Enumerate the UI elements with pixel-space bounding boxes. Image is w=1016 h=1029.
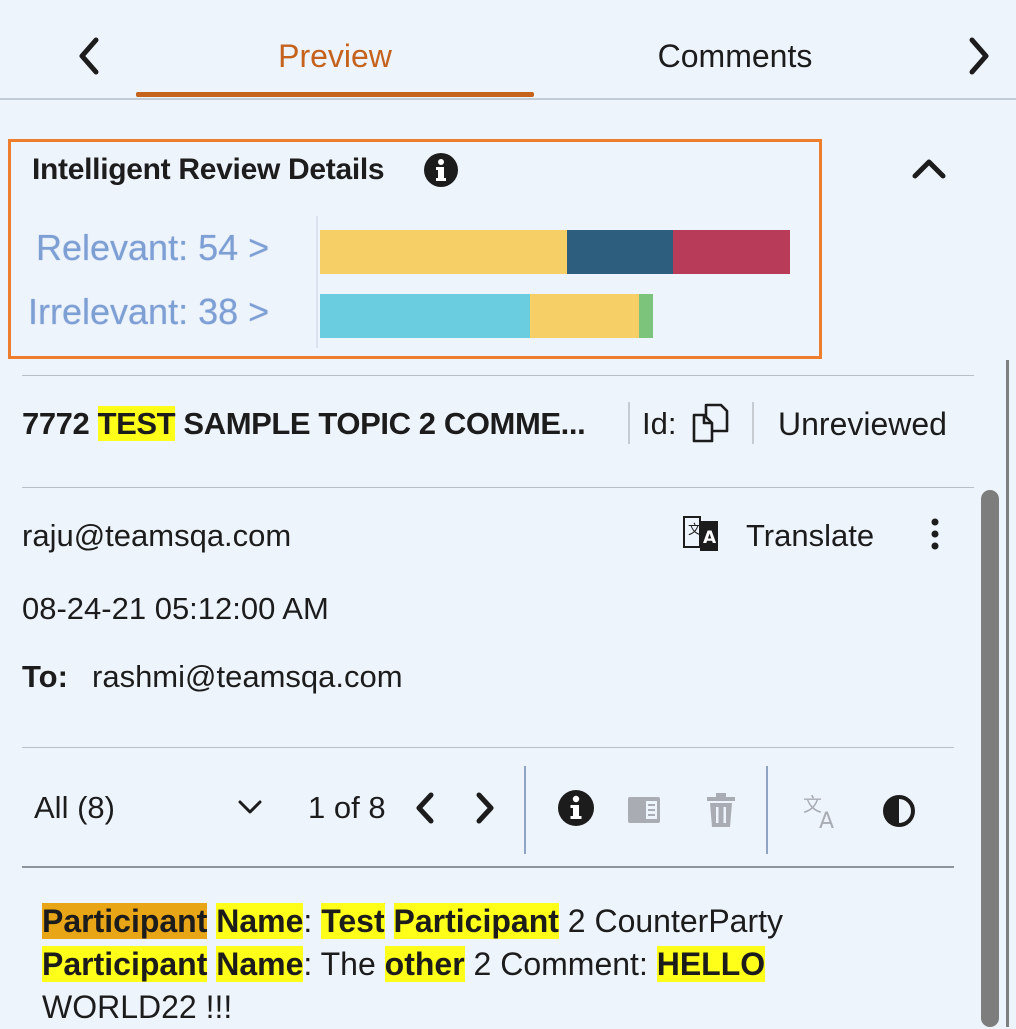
- more-options-icon[interactable]: [924, 516, 946, 556]
- prev-tab-arrow[interactable]: [74, 36, 104, 76]
- body-text: WORLD22 !!!: [42, 989, 233, 1025]
- search-hit[interactable]: other: [384, 946, 465, 982]
- next-hit-button[interactable]: [472, 790, 498, 826]
- search-hit[interactable]: HELLO: [656, 946, 766, 982]
- svg-text:A: A: [703, 528, 717, 548]
- email-date: 08-24-21 05:12:00 AM: [22, 591, 329, 626]
- chevron-up-icon: [912, 159, 946, 179]
- chevron-left-icon: [416, 792, 434, 824]
- translate-icon[interactable]: 文 A: [682, 514, 720, 554]
- irrelevant-link[interactable]: Irrelevant: 38 >: [28, 290, 269, 334]
- review-status[interactable]: Unreviewed: [778, 402, 947, 446]
- sender-email: raju@teamsqa.com: [22, 518, 292, 553]
- search-hit[interactable]: Participant: [42, 946, 208, 982]
- search-hit-active[interactable]: Participant: [42, 903, 208, 939]
- trash-icon: [704, 792, 738, 828]
- title-prefix: 7772: [22, 406, 98, 441]
- translate-icon: 文 A: [802, 792, 842, 830]
- message-body: Participant Name: Test Participant 2 Cou…: [42, 900, 892, 1029]
- bar-segment[interactable]: [320, 294, 530, 338]
- chevron-right-icon: [476, 792, 494, 824]
- search-hit[interactable]: Name: [216, 903, 304, 939]
- relevant-link[interactable]: Relevant: 54 >: [36, 226, 269, 270]
- body-text: 2 CounterParty: [558, 903, 783, 939]
- document-title: 7772 TEST SAMPLE TOPIC 2 COMME...: [22, 402, 586, 446]
- to-label: To:: [22, 659, 68, 694]
- chevron-right-icon: [969, 37, 989, 75]
- scrollbar-thumb[interactable]: [981, 490, 999, 1027]
- info-icon[interactable]: [558, 790, 594, 826]
- collapse-panel-button[interactable]: [910, 152, 948, 182]
- active-tab-indicator: [136, 92, 534, 97]
- svg-text:文: 文: [688, 523, 701, 538]
- next-tab-arrow[interactable]: [964, 36, 994, 76]
- bar-segment[interactable]: [567, 230, 673, 274]
- divider: [752, 402, 754, 444]
- chevron-down-icon: [238, 800, 262, 814]
- previous-hit-button[interactable]: [412, 790, 438, 826]
- contrast-icon[interactable]: [882, 794, 916, 828]
- irrelevant-bar[interactable]: [320, 294, 653, 338]
- divider: [22, 487, 974, 488]
- search-hit[interactable]: Name: [216, 946, 304, 982]
- divider: [766, 766, 768, 854]
- tab-comments[interactable]: Comments: [536, 36, 934, 76]
- bar-axis-divider: [316, 216, 318, 348]
- title-suffix: SAMPLE TOPIC 2 COMME...: [175, 406, 586, 441]
- body-text: :: [303, 903, 313, 939]
- filter-dropdown[interactable]: [236, 797, 264, 817]
- pager-text: 1 of 8: [308, 790, 386, 825]
- bar-segment[interactable]: [639, 294, 653, 338]
- divider: [22, 866, 954, 868]
- bar-segment[interactable]: [320, 230, 567, 274]
- bar-segment[interactable]: [530, 294, 639, 338]
- search-hit[interactable]: Test: [321, 903, 385, 939]
- divider: [22, 747, 954, 748]
- side-panel-icon: [626, 795, 662, 825]
- filter-select-value[interactable]: All (8): [34, 786, 115, 830]
- recipient-email: rashmi@teamsqa.com: [92, 659, 403, 694]
- info-icon[interactable]: [424, 153, 458, 187]
- id-label: Id:: [642, 406, 677, 441]
- tab-preview[interactable]: Preview: [136, 36, 534, 76]
- svg-text:A: A: [819, 809, 834, 830]
- relevant-bar[interactable]: [320, 230, 790, 274]
- body-text: 2 Comment:: [464, 946, 657, 982]
- divider: [524, 766, 526, 854]
- scrollbar-track[interactable]: [1006, 360, 1009, 1027]
- intelligent-review-title: Intelligent Review Details: [32, 153, 385, 186]
- title-highlight: TEST: [97, 406, 176, 441]
- divider: [628, 402, 630, 444]
- tab-bar-divider: [0, 98, 1016, 100]
- divider: [22, 375, 974, 376]
- search-hit[interactable]: Participant: [393, 903, 559, 939]
- body-text: : The: [303, 946, 385, 982]
- chevron-left-icon: [79, 37, 99, 75]
- bar-segment[interactable]: [673, 230, 790, 274]
- copy-icon[interactable]: [690, 402, 730, 444]
- translate-button[interactable]: Translate: [746, 514, 874, 558]
